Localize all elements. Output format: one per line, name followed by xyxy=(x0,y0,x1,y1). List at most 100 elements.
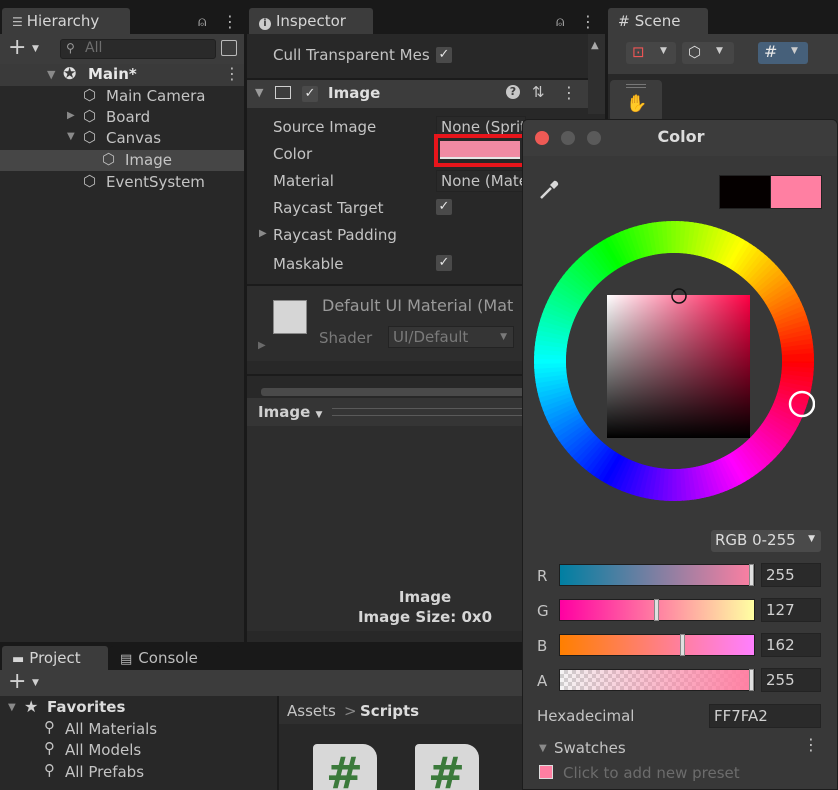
breadcrumb-root[interactable]: Assets xyxy=(287,702,336,720)
expand-arrow-icon[interactable]: ▶ xyxy=(67,110,75,121)
slider-handle[interactable] xyxy=(680,634,685,656)
slider-label-r: R xyxy=(537,567,548,585)
hierarchy-item-board[interactable]: ▶ ⬡ Board xyxy=(0,107,244,128)
favorite-item[interactable]: ⚲ All Materials xyxy=(0,718,276,740)
value-field-g[interactable]: 127 xyxy=(761,598,821,622)
expand-arrow-icon[interactable]: ▶ xyxy=(259,228,267,239)
chevron-down-icon[interactable]: ▼ xyxy=(32,44,39,54)
favorites-label[interactable]: Favorites xyxy=(47,698,125,716)
preview-drag-handle[interactable] xyxy=(332,408,522,416)
collapse-arrow-icon[interactable]: ▼ xyxy=(8,702,16,713)
more-menu-icon[interactable]: ⋮ xyxy=(561,83,577,102)
script-icon: # xyxy=(326,748,363,790)
scene-row[interactable]: ▼ ✪ Main* ⋮ xyxy=(0,64,244,86)
cube-icon: ⬡ xyxy=(688,43,702,61)
collapse-arrow-icon[interactable]: ▼ xyxy=(47,68,55,81)
hexadecimal-field[interactable]: FF7FA2 xyxy=(709,704,821,728)
color-wheel[interactable] xyxy=(533,220,815,502)
value-field-a[interactable]: 255 xyxy=(761,668,821,692)
component-header-image[interactable]: ▼ ✓ Image ? ⇅ ⋮ xyxy=(247,80,588,108)
tab-project[interactable]: ▬ Project xyxy=(2,646,108,670)
scene-visibility-icon[interactable] xyxy=(221,40,237,56)
expand-arrow-icon[interactable]: ▶ xyxy=(258,340,266,351)
hierarchy-item-image[interactable]: ⬡ Image xyxy=(0,150,244,171)
cull-transparent-checkbox[interactable]: ✓ xyxy=(436,47,452,63)
slider-a[interactable] xyxy=(559,669,755,691)
raycast-target-checkbox[interactable]: ✓ xyxy=(436,199,452,215)
material-name: Default UI Material (Mat xyxy=(322,296,514,315)
favorite-item[interactable]: ⚲ All Models xyxy=(0,739,276,761)
search-icon: ⚲ xyxy=(66,41,75,55)
add-icon[interactable]: + xyxy=(8,36,26,60)
hand-tool-button[interactable]: ✋ xyxy=(610,80,662,122)
chevron-down-icon[interactable]: ▼ xyxy=(32,678,39,688)
collapse-arrow-icon[interactable]: ▼ xyxy=(67,131,75,142)
script-asset[interactable]: # xyxy=(313,744,377,790)
scroll-up-icon[interactable]: ▲ xyxy=(591,40,599,51)
snap-grid-icon: # xyxy=(764,42,778,61)
lock-icon[interactable]: ⍝ xyxy=(198,14,206,30)
inspector-scrollbar[interactable]: ▲ xyxy=(588,34,605,114)
preset-swatch[interactable] xyxy=(539,765,553,779)
favorite-item[interactable]: ⚲ All Prefabs xyxy=(0,761,276,783)
grid-icon: # xyxy=(618,14,630,30)
chevron-down-icon: ▼ xyxy=(716,46,723,56)
swatches-label[interactable]: Swatches xyxy=(554,739,626,757)
add-icon[interactable]: + xyxy=(8,670,26,694)
maskable-checkbox[interactable]: ✓ xyxy=(436,255,452,271)
collapse-arrow-icon[interactable]: ▼ xyxy=(255,86,263,99)
material-field[interactable]: None (Mate xyxy=(436,170,526,192)
slider-g[interactable] xyxy=(559,599,755,621)
tab-hierarchy[interactable]: ☰ Hierarchy xyxy=(2,8,130,34)
value-field-b[interactable]: 162 xyxy=(761,633,821,657)
presets-icon[interactable]: ⇅ xyxy=(532,83,545,101)
lock-icon[interactable]: ⍝ xyxy=(556,14,564,30)
slider-b[interactable] xyxy=(559,634,755,656)
hierarchy-item-main-camera[interactable]: ⬡ Main Camera xyxy=(0,86,244,107)
tab-console[interactable]: ▤ Console xyxy=(110,646,220,670)
add-component-bar[interactable] xyxy=(261,388,541,396)
preview-dropdown[interactable]: Image ▼ xyxy=(258,403,322,421)
hierarchy-search-input[interactable]: ⚲ All xyxy=(60,39,216,59)
script-asset[interactable]: # xyxy=(415,744,479,790)
component-title: Image xyxy=(328,84,381,102)
value-field-r[interactable]: 255 xyxy=(761,563,821,587)
more-menu-icon[interactable]: ⋮ xyxy=(803,735,819,754)
raycast-padding-label[interactable]: Raycast Padding xyxy=(273,226,397,244)
script-icon: # xyxy=(428,748,465,790)
hierarchy-item-eventsystem[interactable]: ⬡ EventSystem xyxy=(0,172,244,193)
maskable-label: Maskable xyxy=(273,255,344,273)
tab-scene[interactable]: # Scene xyxy=(608,8,708,34)
slider-handle[interactable] xyxy=(654,599,659,621)
previous-color-swatch[interactable] xyxy=(719,175,771,209)
tab-inspector[interactable]: i Inspector xyxy=(249,8,373,34)
more-menu-icon[interactable]: ⋮ xyxy=(224,64,240,83)
color-picker-titlebar[interactable]: Color xyxy=(523,120,837,156)
slider-handle[interactable] xyxy=(749,669,754,691)
chevron-down-icon: ▼ xyxy=(315,410,323,420)
view-tool-button[interactable]: ⬡ ▼ xyxy=(682,42,734,64)
more-menu-icon[interactable]: ⋮ xyxy=(222,12,238,31)
add-preset-hint[interactable]: Click to add new preset xyxy=(563,764,740,782)
info-icon: i xyxy=(259,18,271,30)
slider-handle[interactable] xyxy=(749,564,754,586)
image-enabled-checkbox[interactable]: ✓ xyxy=(302,86,318,102)
more-menu-icon[interactable]: ⋮ xyxy=(580,12,596,31)
slider-r[interactable] xyxy=(559,564,755,586)
color-field[interactable] xyxy=(440,141,520,159)
material-label: Material xyxy=(273,172,334,190)
snap-button[interactable]: # ▼ xyxy=(758,42,808,64)
unity-scene-icon: ✪ xyxy=(63,64,77,83)
preview-title: Image xyxy=(398,588,452,606)
hierarchy-item-canvas[interactable]: ▼ ⬡ Canvas xyxy=(0,128,244,149)
current-color-swatch xyxy=(770,175,822,209)
collapse-arrow-icon[interactable]: ▼ xyxy=(539,743,547,754)
window-title: Color xyxy=(657,127,705,146)
color-mode-dropdown[interactable]: RGB 0-255 ▼ xyxy=(711,530,821,552)
breadcrumb-current[interactable]: Scripts xyxy=(360,702,419,720)
gizmo-tool-button[interactable]: ⊡ ▼ xyxy=(626,42,676,64)
list-icon: ☰ xyxy=(12,15,23,29)
eyedropper-icon[interactable] xyxy=(537,178,561,202)
shader-dropdown[interactable]: UI/Default ▼ xyxy=(388,326,514,348)
help-icon[interactable]: ? xyxy=(506,85,520,99)
